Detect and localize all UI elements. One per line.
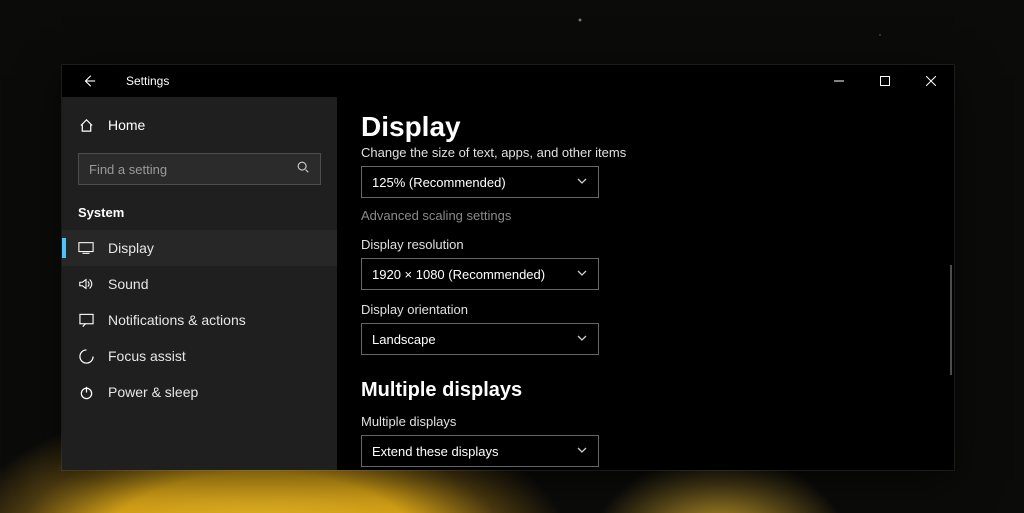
orientation-label: Display orientation — [361, 302, 930, 317]
resolution-select[interactable]: 1920 × 1080 (Recommended) — [361, 258, 599, 290]
sound-icon — [78, 277, 94, 291]
advanced-scaling-link[interactable]: Advanced scaling settings — [361, 208, 511, 223]
close-button[interactable] — [908, 65, 954, 97]
focus-assist-icon — [78, 349, 94, 364]
multi-select[interactable]: Extend these displays — [361, 435, 599, 467]
sidebar-section-label: System — [62, 199, 337, 230]
multi-value: Extend these displays — [372, 444, 498, 459]
sidebar: Home System Display — [62, 97, 337, 470]
app-title: Settings — [126, 74, 169, 88]
orientation-select[interactable]: Landscape — [361, 323, 599, 355]
search-icon — [296, 160, 310, 179]
page-title: Display — [361, 111, 930, 143]
minimize-button[interactable] — [816, 65, 862, 97]
sidebar-item-display[interactable]: Display — [62, 230, 337, 266]
sidebar-item-label: Power & sleep — [108, 384, 198, 400]
sidebar-item-label: Display — [108, 240, 154, 256]
chevron-down-icon — [576, 267, 588, 282]
back-button[interactable] — [80, 72, 98, 90]
scale-label: Change the size of text, apps, and other… — [361, 145, 930, 160]
home-icon — [78, 118, 94, 133]
sidebar-item-label: Notifications & actions — [108, 312, 246, 328]
search-box[interactable] — [78, 153, 321, 185]
sidebar-item-notifications[interactable]: Notifications & actions — [62, 302, 337, 338]
resolution-value: 1920 × 1080 (Recommended) — [372, 267, 545, 282]
scrollbar[interactable] — [950, 265, 952, 375]
chevron-down-icon — [576, 175, 588, 190]
power-icon — [78, 385, 94, 400]
content-area: Display Change the size of text, apps, a… — [337, 97, 954, 470]
sidebar-item-sound[interactable]: Sound — [62, 266, 337, 302]
orientation-value: Landscape — [372, 332, 436, 347]
home-nav[interactable]: Home — [62, 107, 337, 143]
resolution-label: Display resolution — [361, 237, 930, 252]
scale-select[interactable]: 125% (Recommended) — [361, 166, 599, 198]
sidebar-item-focus-assist[interactable]: Focus assist — [62, 338, 337, 374]
multiple-displays-heading: Multiple displays — [361, 379, 930, 402]
sidebar-item-power-sleep[interactable]: Power & sleep — [62, 374, 337, 410]
multi-label: Multiple displays — [361, 414, 930, 429]
home-label: Home — [108, 117, 145, 133]
chevron-down-icon — [576, 444, 588, 459]
display-icon — [78, 241, 94, 255]
scale-value: 125% (Recommended) — [372, 175, 506, 190]
notifications-icon — [78, 313, 94, 327]
sidebar-item-label: Sound — [108, 276, 148, 292]
maximize-button[interactable] — [862, 65, 908, 97]
search-input[interactable] — [89, 162, 296, 177]
sidebar-item-label: Focus assist — [108, 348, 186, 364]
settings-window: Settings Home — [62, 65, 954, 470]
chevron-down-icon — [576, 332, 588, 347]
titlebar: Settings — [62, 65, 954, 97]
